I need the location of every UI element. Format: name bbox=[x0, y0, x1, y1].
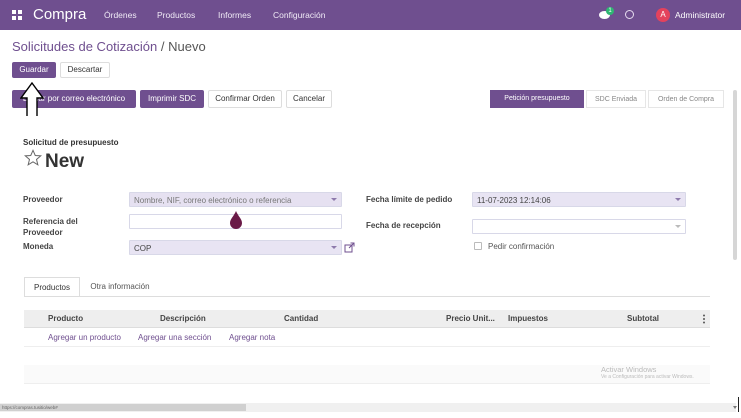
fecha-limite-value: 11-07-2023 12:14:06 bbox=[477, 196, 551, 205]
add-product-link[interactable]: Agregar un producto bbox=[48, 333, 121, 342]
proveedor-input[interactable]: Nombre, NIF, correo electrónico o refere… bbox=[129, 192, 342, 207]
column-descripcion[interactable]: Descripción bbox=[160, 314, 206, 323]
column-producto[interactable]: Producto bbox=[48, 314, 83, 323]
text-cursor bbox=[738, 397, 739, 412]
fecha-recepcion-label: Fecha de recepción bbox=[366, 221, 441, 230]
menu-productos[interactable]: Productos bbox=[157, 10, 195, 20]
moneda-value: COP bbox=[134, 244, 152, 253]
status-url: https://compras.tusitio/web# bbox=[2, 405, 58, 410]
chevron-down-icon[interactable] bbox=[675, 198, 681, 201]
print-rfq-button[interactable]: Imprimir SDC bbox=[140, 90, 204, 108]
breadcrumb-current: Nuevo bbox=[168, 39, 206, 54]
fecha-limite-input[interactable]: 11-07-2023 12:14:06 bbox=[472, 192, 686, 207]
notification-badge: 1 bbox=[606, 7, 614, 15]
status-step-enviada[interactable]: SDC Enviada bbox=[586, 90, 646, 108]
favorite-star-icon[interactable] bbox=[24, 149, 42, 167]
column-subtotal[interactable]: Subtotal bbox=[627, 314, 659, 323]
windows-activation-watermark: Activar Windows Ve a Configuración para … bbox=[601, 365, 694, 380]
lines-table-header: Producto Descripción Cantidad Precio Uni… bbox=[24, 310, 710, 328]
scroll-down-icon[interactable] bbox=[733, 406, 737, 409]
proveedor-placeholder: Nombre, NIF, correo electrónico o refere… bbox=[134, 196, 292, 205]
referencia-label: Referencia del Proveedor bbox=[23, 217, 78, 237]
proveedor-label: Proveedor bbox=[23, 195, 63, 204]
menu-configuracion[interactable]: Configuración bbox=[273, 10, 325, 20]
fecha-recepcion-input[interactable] bbox=[472, 219, 686, 234]
column-precio-unit[interactable]: Precio Unit... bbox=[446, 314, 495, 323]
status-step-orden[interactable]: Orden de Compra bbox=[648, 90, 724, 108]
external-link-icon[interactable] bbox=[344, 242, 355, 253]
table-row-divider bbox=[24, 383, 710, 384]
avatar[interactable]: A bbox=[656, 8, 670, 22]
drop-cursor-icon bbox=[230, 211, 242, 229]
status-step-peticion[interactable]: Petición presupuesto bbox=[490, 90, 584, 108]
user-menu[interactable]: Administrator bbox=[675, 10, 725, 20]
watermark-subtitle: Ve a Configuración para activar Windows. bbox=[601, 374, 694, 380]
breadcrumb: Solicitudes de Cotización / Nuevo bbox=[12, 39, 206, 54]
table-row-divider bbox=[24, 346, 710, 347]
moneda-select[interactable]: COP bbox=[129, 240, 342, 255]
confirm-order-button[interactable]: Confirmar Orden bbox=[208, 90, 282, 108]
chevron-down-icon[interactable] bbox=[331, 246, 337, 249]
app-brand[interactable]: Compra bbox=[33, 6, 86, 23]
save-button[interactable]: Guardar bbox=[12, 62, 56, 78]
chevron-down-icon[interactable] bbox=[331, 198, 337, 201]
column-cantidad[interactable]: Cantidad bbox=[284, 314, 318, 323]
optional-columns-icon[interactable] bbox=[702, 314, 706, 324]
tab-productos[interactable]: Productos bbox=[24, 277, 80, 297]
tabs-divider bbox=[24, 296, 710, 297]
tab-otra-informacion[interactable]: Otra información bbox=[84, 277, 156, 297]
menu-ordenes[interactable]: Órdenes bbox=[104, 10, 137, 20]
apps-grid-icon[interactable] bbox=[12, 10, 22, 20]
vertical-scrollbar[interactable] bbox=[733, 90, 737, 260]
pedir-confirmacion-checkbox[interactable] bbox=[474, 242, 482, 250]
add-note-link[interactable]: Agregar nota bbox=[229, 333, 275, 342]
discard-button[interactable]: Descartar bbox=[60, 62, 110, 78]
watermark-title: Activar Windows bbox=[601, 365, 657, 374]
document-type-label: Solicitud de presupuesto bbox=[23, 138, 119, 147]
moneda-label: Moneda bbox=[23, 242, 54, 251]
column-impuestos[interactable]: Impuestos bbox=[508, 314, 548, 323]
cancel-button[interactable]: Cancelar bbox=[286, 90, 332, 108]
chevron-down-icon[interactable] bbox=[675, 225, 681, 228]
top-navbar: Compra Órdenes Productos Informes Config… bbox=[0, 0, 741, 30]
breadcrumb-parent[interactable]: Solicitudes de Cotización bbox=[12, 39, 157, 54]
menu-informes[interactable]: Informes bbox=[218, 10, 251, 20]
record-title: New bbox=[45, 151, 85, 172]
activity-clock-icon[interactable] bbox=[625, 10, 634, 19]
pedir-confirmacion-label: Pedir confirmación bbox=[488, 242, 555, 251]
breadcrumb-separator: / bbox=[160, 39, 165, 54]
add-section-link[interactable]: Agregar una sección bbox=[138, 333, 211, 342]
fecha-limite-label: Fecha límite de pedido bbox=[366, 195, 453, 204]
